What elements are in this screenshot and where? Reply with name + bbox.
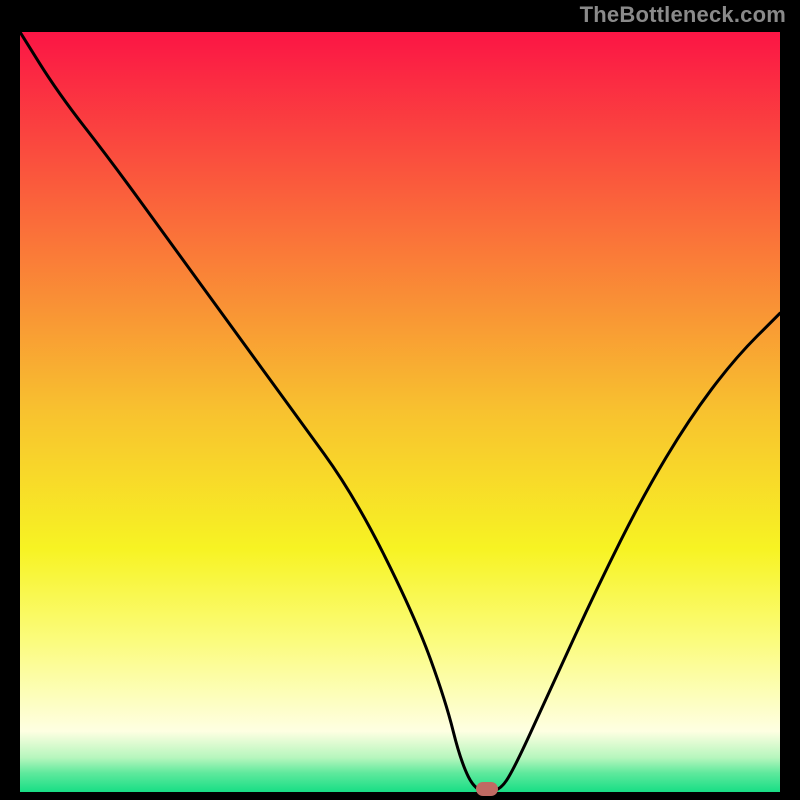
chart-frame: TheBottleneck.com [0,0,800,800]
plot-background [20,32,780,792]
optimal-point-marker [476,782,498,796]
watermark-text: TheBottleneck.com [580,2,786,28]
bottleneck-plot [20,32,780,792]
